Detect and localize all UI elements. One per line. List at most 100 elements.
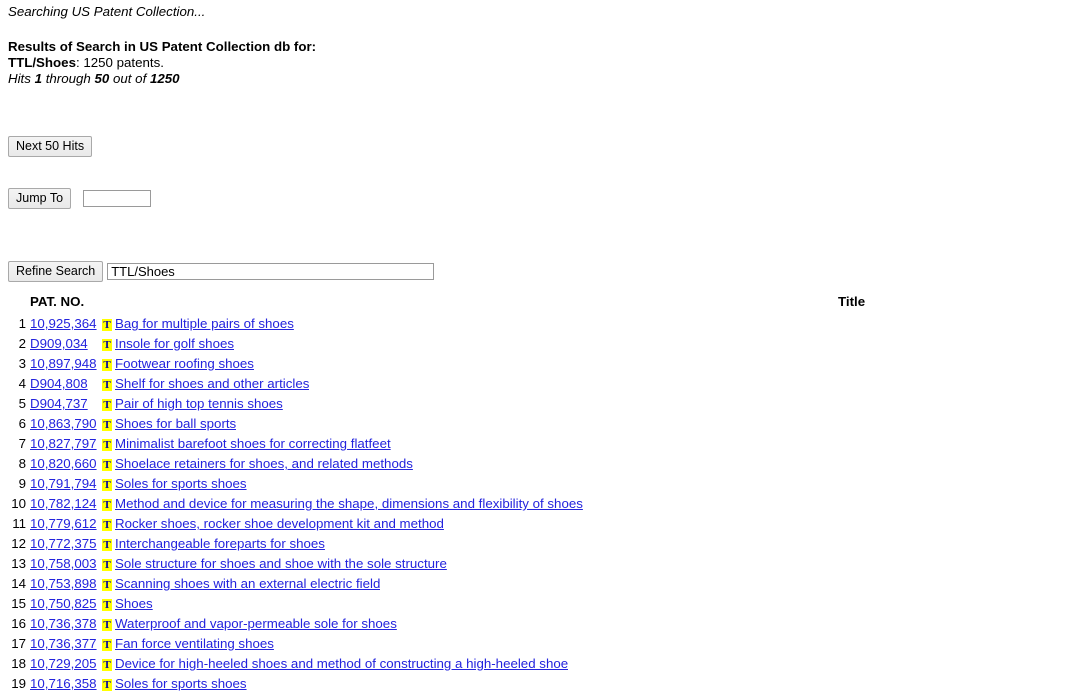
patent-number-link[interactable]: 10,925,364 [30,316,97,331]
full-text-icon[interactable]: T [102,359,112,371]
patent-title-link[interactable]: Bag for multiple pairs of shoes [115,316,294,331]
full-text-icon[interactable]: T [102,639,112,651]
patent-number-link[interactable]: 10,758,003 [30,556,97,571]
refine-search-button[interactable]: Refine Search [8,261,104,282]
next-50-hits-button[interactable]: Next 50 Hits [8,136,93,157]
patent-title-link[interactable]: Scanning shoes with an external electric… [115,576,380,591]
table-row: 14 10,753,898 T Scanning shoes with an exte… [0,574,1080,594]
full-text-icon[interactable]: T [102,319,112,331]
row-number: 6 [18,416,26,431]
patent-number-link[interactable]: 10,827,797 [30,436,97,451]
patent-number-link[interactable]: 10,736,377 [30,636,97,651]
patent-number-link[interactable]: D904,808 [30,376,88,391]
row-number: 13 [11,556,26,571]
patent-title-cell: Method and device for measuring the shap… [115,494,583,514]
patent-title-link[interactable]: Interchangeable foreparts for shoes [115,536,325,551]
patent-title-link[interactable]: Pair of high top tennis shoes [115,396,283,411]
patent-title-link[interactable]: Device for high-heeled shoes and method … [115,656,568,671]
jump-to-button[interactable]: Jump To [8,188,72,209]
patent-title-cell: Shelf for shoes and other articles [115,374,309,394]
patent-title-link[interactable]: Waterproof and vapor-permeable sole for … [115,616,397,631]
patent-title-cell: Bag for multiple pairs of shoes [115,314,294,334]
next-hits-control: Next 50 Hits [8,136,93,157]
row-number: 1 [18,316,26,331]
table-row: 1 10,925,364 T Bag for multiple pairs of sh… [0,314,1080,334]
jump-to-input[interactable] [83,190,152,207]
patent-number-link[interactable]: 10,791,794 [30,476,97,491]
full-text-icon[interactable]: T [102,479,112,491]
row-number: 18 [11,656,26,671]
patent-number-cell: D904,737 [26,394,102,414]
table-row: 10 10,782,124 T Method and device for measu… [0,494,1080,514]
table-row: 19 10,716,358 T Soles for sports shoes [0,674,1080,694]
table-row: 15 10,750,825 T Shoes [0,594,1080,614]
row-number: 16 [11,616,26,631]
patent-number-link[interactable]: 10,753,898 [30,576,97,591]
refine-search-input[interactable] [107,263,435,280]
patent-number-cell: 10,925,364 [26,314,102,334]
patent-title-cell: Insole for golf shoes [115,334,234,354]
patent-number-cell: 10,758,003 [26,554,102,574]
search-status-text: Searching US Patent Collection... [8,4,206,19]
table-row: 12 10,772,375 T Interchangeable foreparts f… [0,534,1080,554]
patent-title-cell: Pair of high top tennis shoes [115,394,283,414]
full-text-icon[interactable]: T [102,579,112,591]
patent-title-link[interactable]: Shoelace retainers for shoes, and relate… [115,456,413,471]
full-text-icon[interactable]: T [102,399,112,411]
patent-title-link[interactable]: Shoes [115,596,153,611]
patent-title-link[interactable]: Shoes for ball sports [115,416,236,431]
table-row: 6 10,863,790 T Shoes for ball sports [0,414,1080,434]
patent-number-link[interactable]: 10,779,612 [30,516,97,531]
full-text-icon[interactable]: T [102,419,112,431]
patent-title-link[interactable]: Soles for sports shoes [115,476,247,491]
patent-title-link[interactable]: Shelf for shoes and other articles [115,376,309,391]
patent-title-link[interactable]: Rocker shoes, rocker shoe development ki… [115,516,444,531]
patent-number-link[interactable]: 10,729,205 [30,656,97,671]
patent-number-link[interactable]: 10,897,948 [30,356,97,371]
patent-number-link[interactable]: 10,772,375 [30,536,97,551]
full-text-icon[interactable]: T [102,599,112,611]
patent-title-link[interactable]: Minimalist barefoot shoes for correcting… [115,436,391,451]
patent-number-link[interactable]: D904,737 [30,396,88,411]
hits-prefix: Hits [8,71,35,86]
full-text-icon[interactable]: T [102,679,112,691]
patent-title-link[interactable]: Fan force ventilating shoes [115,636,274,651]
row-number: 19 [11,676,26,691]
patent-number-link[interactable]: 10,863,790 [30,416,97,431]
full-text-icon[interactable]: T [102,659,112,671]
patent-title-link[interactable]: Sole structure for shoes and shoe with t… [115,556,447,571]
full-text-icon[interactable]: T [102,519,112,531]
query-term: TTL/Shoes [8,55,76,70]
patent-title-cell: Interchangeable foreparts for shoes [115,534,325,554]
patent-title-link[interactable]: Footwear roofing shoes [115,356,254,371]
table-row: 2 D909,034 T Insole for golf shoes [0,334,1080,354]
full-text-icon[interactable]: T [102,379,112,391]
full-text-icon[interactable]: T [102,559,112,571]
table-row: 5 D904,737 T Pair of high top tennis shoes [0,394,1080,414]
patent-number-link[interactable]: 10,782,124 [30,496,97,511]
patent-title-cell: Shoelace retainers for shoes, and relate… [115,454,413,474]
hits-total: 1250 [149,71,180,86]
patent-number-cell: 10,753,898 [26,574,102,594]
patent-number-link[interactable]: 10,736,378 [30,616,97,631]
patent-number-cell: 10,791,794 [26,474,102,494]
patent-number-cell: 10,779,612 [26,514,102,534]
full-text-icon[interactable]: T [102,499,112,511]
table-row: 8 10,820,660 T Shoelace retainers for shoes… [0,454,1080,474]
full-text-icon[interactable]: T [102,339,112,351]
results-table-header: PAT. NO. Title [0,294,1080,314]
patent-title-cell: Minimalist barefoot shoes for correcting… [115,434,391,454]
full-text-icon[interactable]: T [102,439,112,451]
refine-search-control: Refine Search [8,261,435,282]
table-row: 9 10,791,794 T Soles for sports shoes [0,474,1080,494]
patent-title-link[interactable]: Insole for golf shoes [115,336,234,351]
patent-number-link[interactable]: 10,820,660 [30,456,97,471]
patent-title-link[interactable]: Method and device for measuring the shap… [115,496,583,511]
patent-title-cell: Soles for sports shoes [115,674,247,694]
results-summary: Results of Search in US Patent Collectio… [0,39,1080,87]
full-text-icon[interactable]: T [102,619,112,631]
patent-number-link[interactable]: 10,750,825 [30,596,97,611]
full-text-icon[interactable]: T [102,539,112,551]
patent-number-link[interactable]: D909,034 [30,336,88,351]
full-text-icon[interactable]: T [102,459,112,471]
